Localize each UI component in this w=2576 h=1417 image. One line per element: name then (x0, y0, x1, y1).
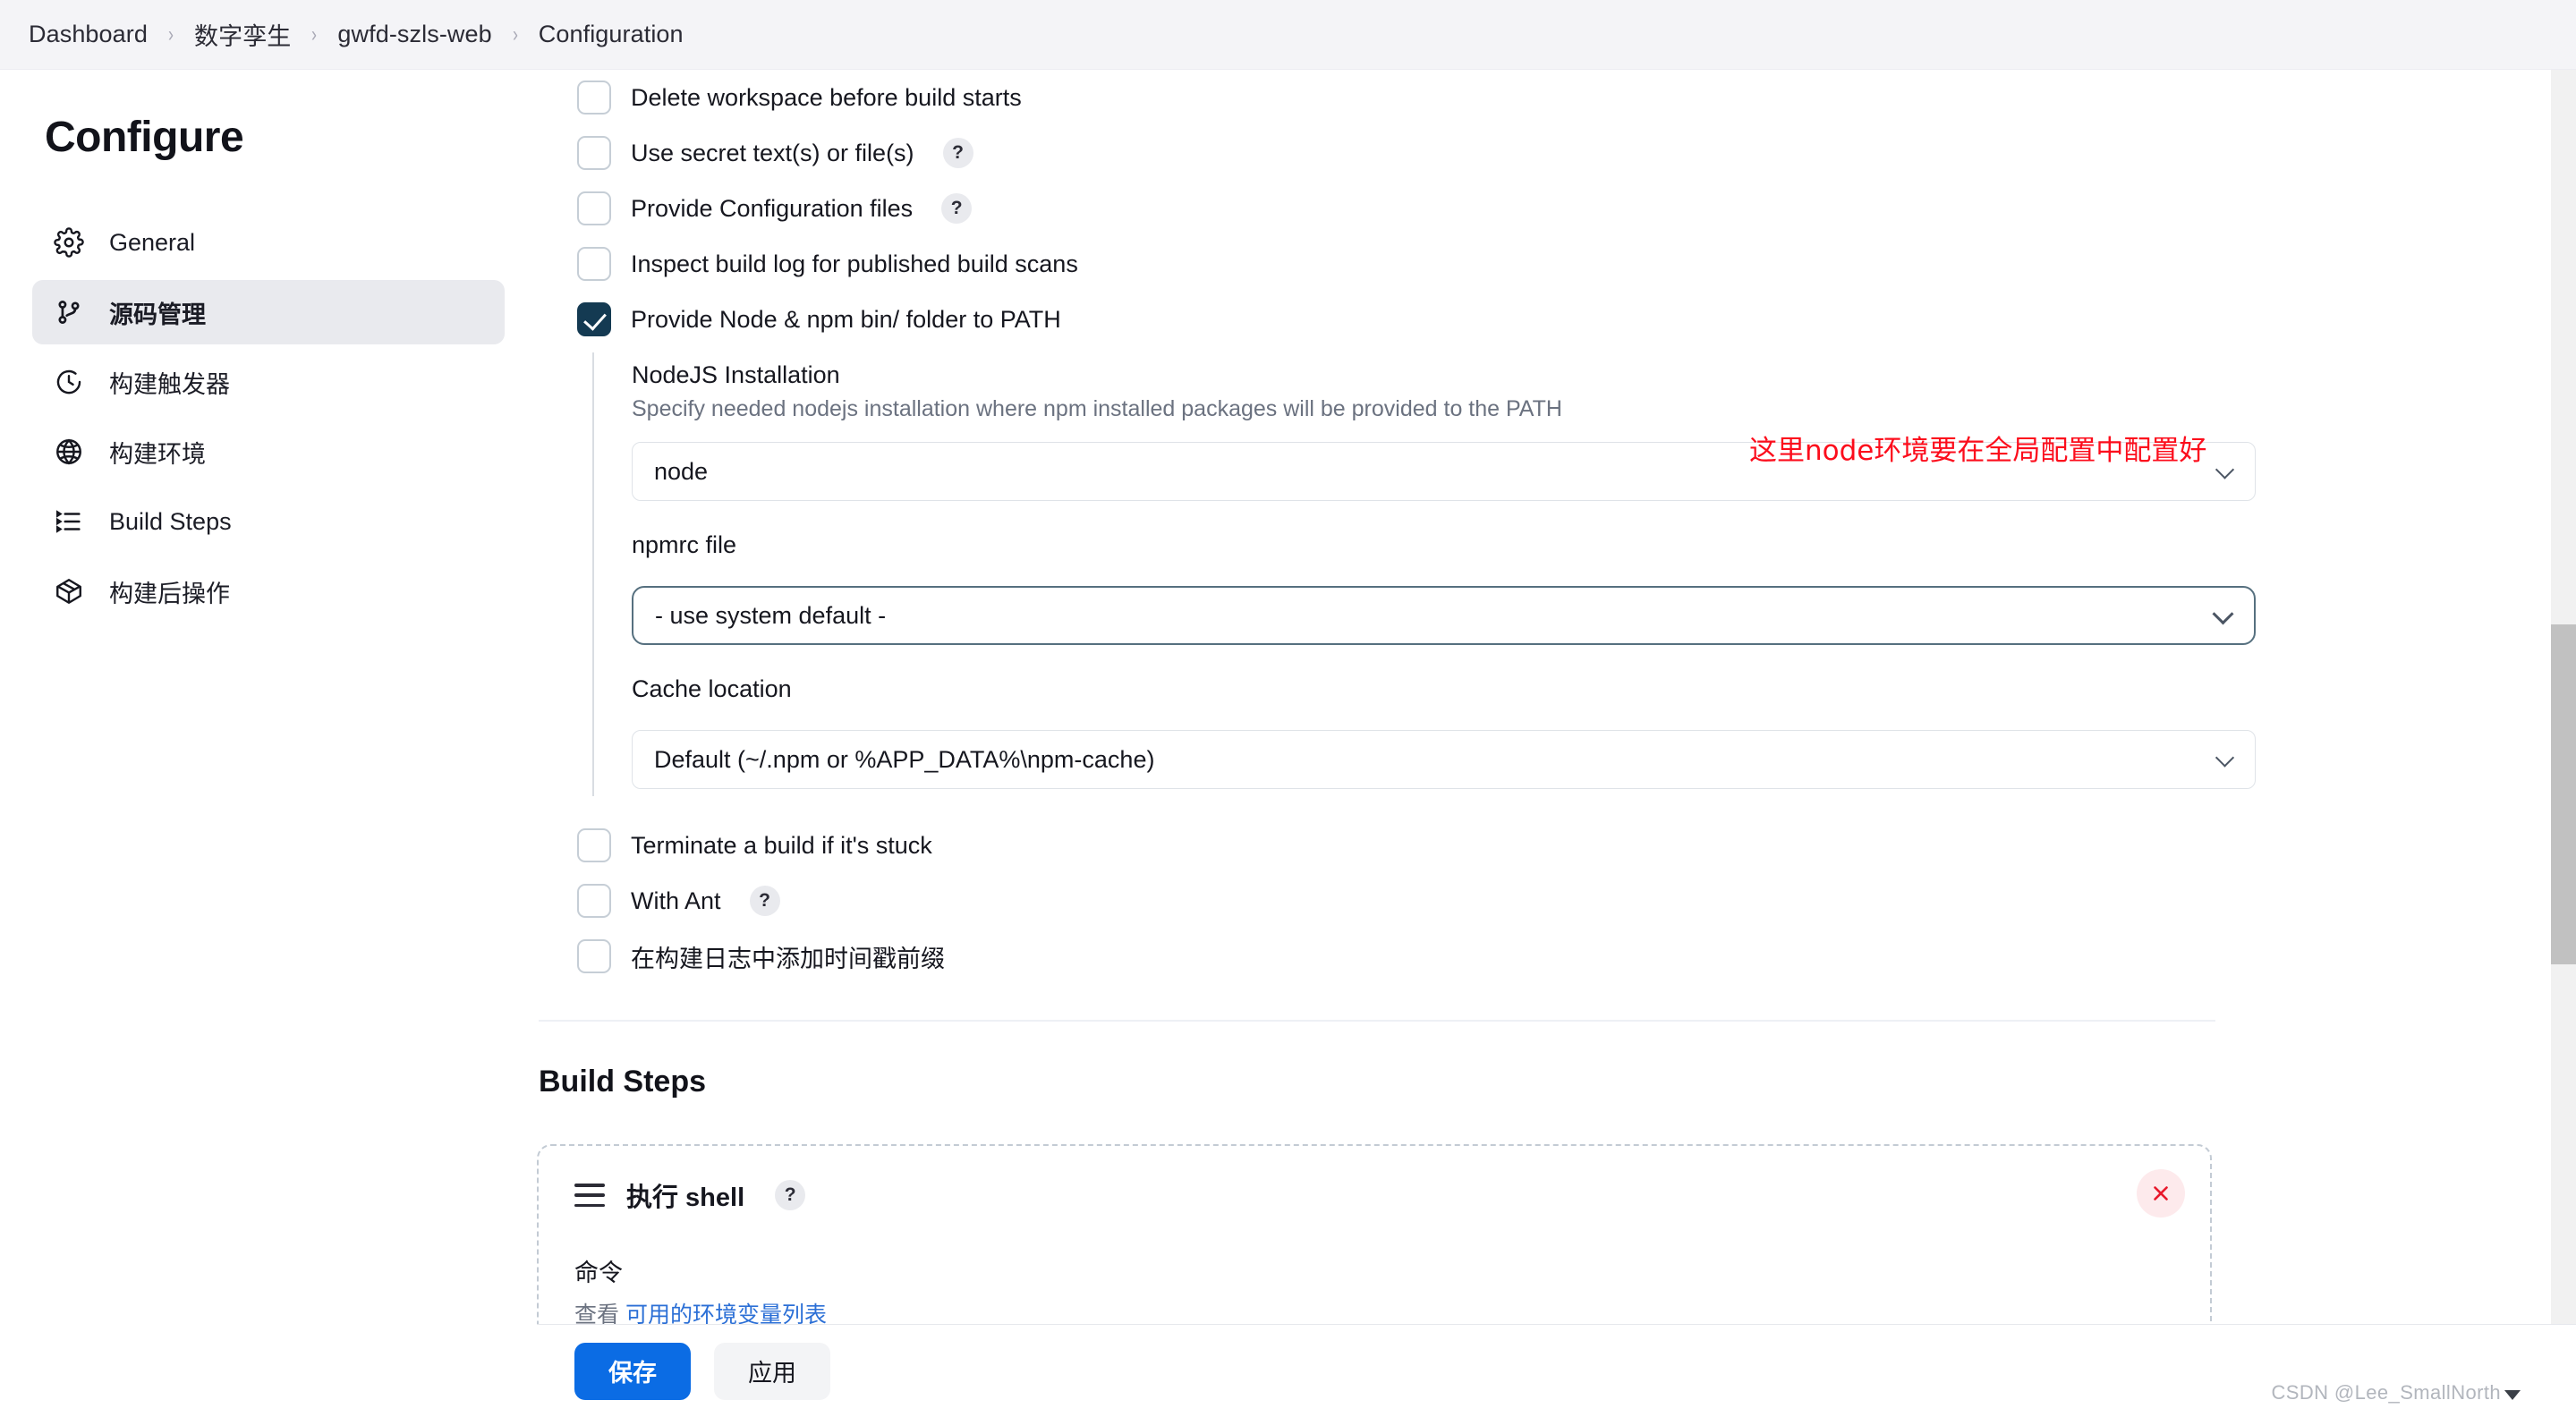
sidebar-nav: General 源码管理 (0, 210, 537, 624)
checkbox-label: Provide Node & npm bin/ folder to PATH (631, 306, 1061, 334)
help-icon[interactable]: ? (943, 138, 973, 168)
checkbox-row-provide-config-files[interactable]: Provide Configuration files ? (537, 181, 2555, 236)
sidebar-item-label: Build Steps (109, 508, 232, 536)
breadcrumb-item-configuration[interactable]: Configuration (539, 21, 684, 48)
checkbox-row-delete-workspace[interactable]: Delete workspace before build starts (537, 70, 2555, 125)
chevron-down-icon (2212, 603, 2233, 624)
source-branch-icon (52, 295, 86, 329)
npmrc-file-label: npmrc file (632, 531, 2555, 559)
sidebar-item-build-triggers[interactable]: 构建触发器 (32, 350, 505, 414)
checkbox-label: Inspect build log for published build sc… (631, 250, 1078, 278)
help-icon[interactable]: ? (775, 1180, 805, 1210)
checkbox-row-provide-node-npm[interactable]: Provide Node & npm bin/ folder to PATH (537, 292, 2555, 347)
checkbox-label: Delete workspace before build starts (631, 84, 1022, 112)
triangle-icon (2504, 1390, 2521, 1400)
breadcrumb-separator-icon: › (311, 22, 317, 47)
breadcrumb-bar: Dashboard › 数字孪生 › gwfd-szls-web › Confi… (0, 0, 2576, 70)
delete-build-step-button[interactable] (2137, 1169, 2185, 1218)
package-icon (52, 574, 86, 608)
checkbox-with-ant[interactable] (577, 884, 611, 918)
chevron-down-icon (2215, 460, 2234, 479)
checkbox-label: Provide Configuration files (631, 195, 913, 223)
checkbox-label: With Ant (631, 887, 721, 915)
sidebar-item-label: 构建环境 (109, 435, 206, 470)
cache-location-label: Cache location (632, 675, 2555, 703)
checkbox-inspect-build-log[interactable] (577, 247, 611, 281)
checkbox-provide-node-npm[interactable] (577, 302, 611, 336)
checkbox-label: Terminate a build if it's stuck (631, 832, 932, 860)
build-step-title: 执行 shell (626, 1176, 744, 1214)
command-label: 命令 (574, 1253, 2174, 1288)
page-title: Configure (0, 113, 537, 162)
build-steps-heading: Build Steps (537, 1065, 2555, 1099)
chevron-down-icon (2215, 748, 2234, 767)
clock-icon (52, 365, 86, 399)
nodejs-installation-label: NodeJS Installation (632, 361, 2555, 389)
breadcrumb-separator-icon: › (513, 22, 518, 47)
watermark-text: CSDN @Lee_SmallNorth (2271, 1381, 2501, 1404)
globe-icon (52, 435, 86, 469)
nodejs-config-block: NodeJS Installation Specify needed nodej… (592, 347, 2555, 798)
scrollbar-thumb[interactable] (2551, 624, 2576, 964)
close-icon (2149, 1182, 2172, 1205)
help-icon[interactable]: ? (941, 193, 972, 224)
breadcrumb: Dashboard › 数字孪生 › gwfd-szls-web › Confi… (29, 17, 684, 52)
sidebar-item-general[interactable]: General (32, 210, 505, 275)
drag-handle-icon[interactable] (574, 1184, 605, 1207)
cache-location-select[interactable]: Default (~/.npm or %APP_DATA%\npm-cache) (632, 730, 2256, 789)
jenkins-configure-page: Dashboard › 数字孪生 › gwfd-szls-web › Confi… (0, 0, 2576, 1417)
sidebar-item-label: 构建触发器 (109, 365, 230, 400)
select-value: node (654, 458, 708, 486)
build-step-header: 执行 shell ? (574, 1176, 2174, 1214)
sidebar-item-label: 源码管理 (109, 295, 206, 330)
checkbox-row-use-secret[interactable]: Use secret text(s) or file(s) ? (537, 125, 2555, 181)
configure-sidebar: Configure General (0, 70, 537, 1417)
apply-button[interactable]: 应用 (714, 1343, 830, 1400)
annotation-note: 这里node环境要在全局配置中配置好 (1749, 428, 2206, 468)
nodejs-installation-description: Specify needed nodejs installation where… (632, 396, 2555, 422)
help-icon[interactable]: ? (750, 886, 780, 916)
sidebar-item-build-steps[interactable]: Build Steps (32, 489, 505, 554)
checkbox-label: Use secret text(s) or file(s) (631, 140, 914, 167)
checkbox-timestamp-prefix[interactable] (577, 939, 611, 973)
checkbox-row-inspect-build-log[interactable]: Inspect build log for published build sc… (537, 236, 2555, 292)
sidebar-item-post-build-actions[interactable]: 构建后操作 (32, 559, 505, 624)
checkbox-use-secret[interactable] (577, 136, 611, 170)
breadcrumb-item-folder[interactable]: 数字孪生 (194, 17, 291, 52)
checkbox-delete-workspace[interactable] (577, 81, 611, 115)
breadcrumb-item-job[interactable]: gwfd-szls-web (337, 21, 491, 48)
build-environment-section: Delete workspace before build starts Use… (537, 70, 2555, 1417)
gear-icon (52, 225, 86, 259)
save-button[interactable]: 保存 (574, 1343, 691, 1400)
select-value: Default (~/.npm or %APP_DATA%\npm-cache) (654, 746, 1154, 774)
vertical-scrollbar[interactable] (2551, 70, 2576, 1417)
npmrc-file-select[interactable]: - use system default - (632, 586, 2256, 645)
checkbox-label: 在构建日志中添加时间戳前缀 (631, 939, 945, 974)
sidebar-item-build-environment[interactable]: 构建环境 (32, 420, 505, 484)
checkbox-row-timestamp-prefix[interactable]: 在构建日志中添加时间戳前缀 (537, 929, 2555, 984)
checkbox-provide-config-files[interactable] (577, 191, 611, 225)
csdn-watermark: CSDN @Lee_SmallNorth (2271, 1381, 2521, 1404)
list-steps-icon (52, 505, 86, 539)
sidebar-item-label: 构建后操作 (109, 574, 230, 609)
select-value: - use system default - (655, 602, 886, 630)
checkbox-row-terminate-stuck-build[interactable]: Terminate a build if it's stuck (537, 818, 2555, 873)
sidebar-item-label: General (109, 229, 195, 257)
checkbox-terminate-stuck-build[interactable] (577, 828, 611, 862)
form-action-bar: 保存 应用 (537, 1324, 2576, 1417)
sidebar-item-source-control[interactable]: 源码管理 (32, 280, 505, 344)
main-content: Delete workspace before build starts Use… (537, 70, 2555, 1417)
breadcrumb-item-dashboard[interactable]: Dashboard (29, 21, 148, 48)
breadcrumb-separator-icon: › (168, 22, 174, 47)
section-divider (539, 1020, 2215, 1022)
checkbox-row-with-ant[interactable]: With Ant ? (537, 873, 2555, 929)
